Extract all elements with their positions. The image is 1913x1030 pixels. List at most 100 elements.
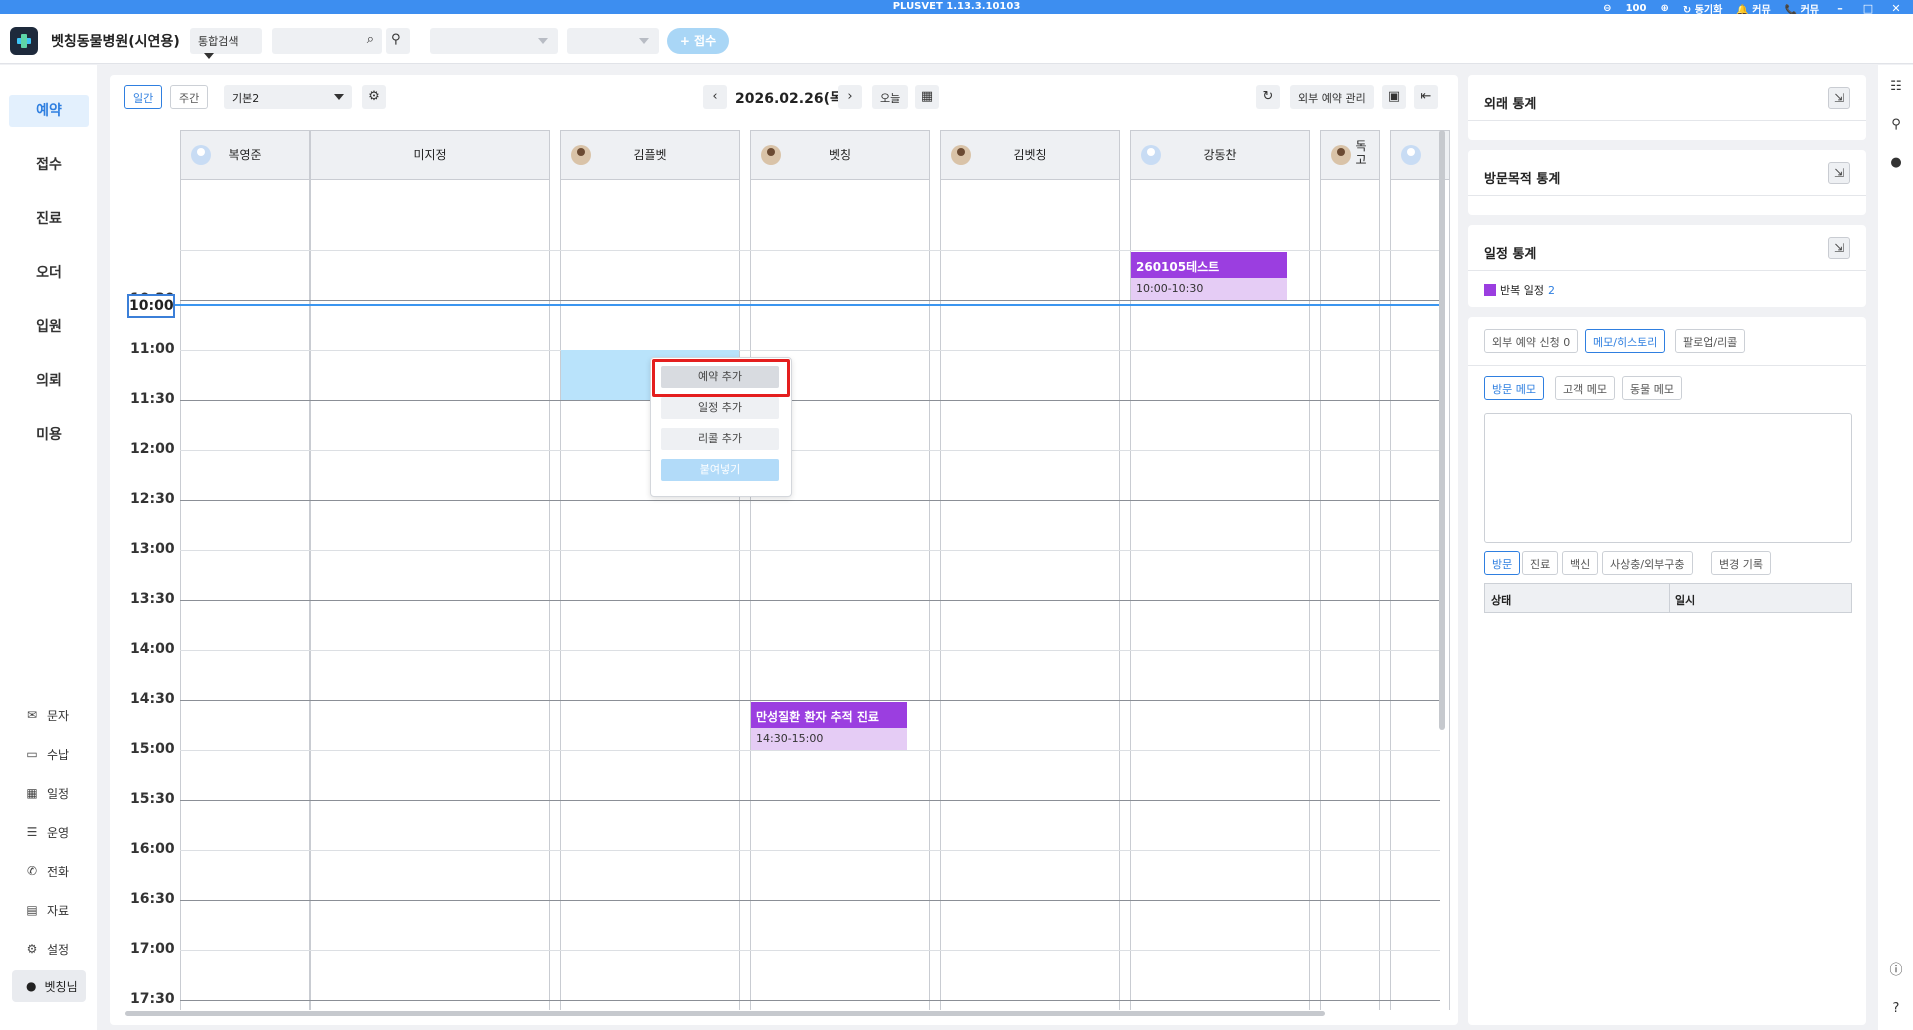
tab-visit[interactable]: 방문: [1484, 551, 1521, 575]
nav-phone[interactable]: ✆ 전화: [25, 861, 69, 881]
search-scope-select[interactable]: 통합검색: [190, 28, 262, 59]
column-header[interactable]: 복영준: [180, 130, 310, 180]
grid-line: [180, 550, 1440, 551]
zoom-out-icon[interactable]: ⊖: [1603, 3, 1611, 14]
expand-icon[interactable]: ⇲: [1828, 162, 1850, 184]
nav-message[interactable]: ✉ 문자: [25, 705, 69, 725]
horizontal-scrollbar[interactable]: [125, 1011, 1325, 1016]
nav-treatment[interactable]: 진료: [9, 203, 89, 235]
calendar-column[interactable]: [1320, 130, 1380, 1010]
event-title[interactable]: 만성질환 환자 추적 진료: [751, 702, 907, 728]
nav-reception[interactable]: 접수: [9, 149, 89, 181]
nav-hospitalization[interactable]: 입원: [9, 311, 89, 343]
tab-change-log[interactable]: 변경 기록: [1711, 551, 1771, 575]
column-header[interactable]: 김플벳: [560, 130, 740, 180]
vertical-scrollbar[interactable]: [1439, 130, 1445, 730]
nav-payment[interactable]: ▭ 수납: [25, 744, 69, 764]
memo-textarea[interactable]: [1484, 413, 1852, 543]
tab-animal-memo[interactable]: 동물 메모: [1622, 376, 1682, 400]
column-header[interactable]: 강동찬: [1130, 130, 1310, 180]
highlight-box: [652, 359, 790, 397]
column-header[interactable]: 미지정: [310, 130, 550, 180]
prev-day-button[interactable]: ‹: [703, 85, 727, 109]
calendar-picker-icon[interactable]: ▦: [915, 85, 939, 109]
add-reception-button[interactable]: + 접수: [667, 28, 729, 54]
grid-line: [180, 250, 1440, 251]
event-time[interactable]: 14:30-15:00: [751, 728, 907, 750]
filter-settings-icon[interactable]: ⚙: [362, 85, 386, 109]
hospital-name: 벳칭동물병원(시연용): [51, 34, 180, 50]
phone-icon: ✆: [26, 864, 38, 878]
grid-line: [180, 800, 1440, 801]
current-date: 2026.02.26(목): [735, 91, 850, 107]
tab-treatment[interactable]: 진료: [1522, 551, 1559, 575]
zoom-in-icon[interactable]: ⊕: [1660, 3, 1668, 14]
avatar-icon: [1401, 145, 1421, 165]
tab-visit-memo[interactable]: 방문 메모: [1484, 376, 1544, 400]
tab-day[interactable]: 일간: [124, 85, 163, 109]
nav-settings-label: 설정: [47, 942, 70, 957]
expand-icon[interactable]: ⇲: [1828, 87, 1850, 109]
help-icon[interactable]: ?: [1886, 999, 1906, 1019]
today-button[interactable]: 오늘: [872, 85, 909, 109]
grid-line: [180, 850, 1440, 851]
calendar-column[interactable]: [310, 130, 550, 1010]
search-input[interactable]: ⌕: [272, 28, 382, 54]
tab-vaccine[interactable]: 백신: [1562, 551, 1599, 575]
filter-select-1[interactable]: [430, 28, 558, 54]
info-icon[interactable]: ⓘ: [1886, 961, 1906, 981]
nav-grooming[interactable]: 미용: [9, 419, 89, 451]
calendar-column[interactable]: [560, 130, 740, 1010]
nav-referral[interactable]: 의뢰: [9, 365, 89, 397]
external-reservation-manage-button[interactable]: 외부 예약 관리: [1290, 85, 1374, 109]
patient-search-icon[interactable]: ⚲: [386, 28, 410, 54]
calendar-column[interactable]: [940, 130, 1120, 1010]
nav-reservation[interactable]: 예약: [9, 95, 89, 127]
event-title[interactable]: 260105테스트: [1131, 252, 1287, 278]
calendar-edit-icon[interactable]: ▣: [1382, 85, 1406, 109]
paste-menu-item[interactable]: 붙여넣기: [661, 459, 779, 481]
add-recall-menu-item[interactable]: 리콜 추가: [661, 428, 779, 450]
tab-followup-recall[interactable]: 팔로업/리콜: [1675, 329, 1746, 353]
tab-memo-history[interactable]: 메모/히스토리: [1585, 329, 1666, 353]
calendar-column[interactable]: [750, 130, 930, 1010]
nav-payment-label: 수납: [47, 747, 70, 762]
add-schedule-menu-item[interactable]: 일정 추가: [661, 397, 779, 419]
nav-settings[interactable]: ⚙ 설정: [25, 939, 69, 959]
time-label: 12:30: [130, 491, 175, 507]
refresh-icon[interactable]: ↻: [1256, 85, 1280, 109]
column-name: 미지정: [413, 148, 447, 162]
avatar-icon: [571, 145, 591, 165]
app-logo-icon: [10, 27, 38, 55]
tab-external-reservation-request[interactable]: 외부 예약 신청 0: [1484, 329, 1579, 353]
schedule-stats-card: 일정 통계 ⇲ 반복 일정 2: [1468, 225, 1866, 307]
column-header[interactable]: 벳칭: [750, 130, 930, 180]
outpatient-stats-card: 외래 통계 ⇲: [1468, 75, 1866, 140]
user-profile[interactable]: ● 벳칭님: [12, 970, 86, 1002]
view-select[interactable]: 기본2: [224, 85, 352, 109]
time-label: 11:00: [130, 341, 175, 357]
column-header[interactable]: 김벳칭: [940, 130, 1120, 180]
contact-icon[interactable]: ☷: [1886, 77, 1906, 97]
nav-order[interactable]: 오더: [9, 257, 89, 289]
collapse-panel-icon[interactable]: ⇤: [1414, 85, 1438, 109]
calendar-column[interactable]: [180, 130, 310, 1010]
tab-customer-memo[interactable]: 고객 메모: [1555, 376, 1615, 400]
nav-schedule[interactable]: ▦ 일정: [25, 783, 69, 803]
time-label: 16:00: [130, 841, 175, 857]
nav-documents[interactable]: ▤ 자료: [25, 900, 69, 920]
nav-operation[interactable]: ☰ 운영: [25, 822, 69, 842]
next-day-button[interactable]: ›: [838, 85, 862, 109]
tab-week[interactable]: 주간: [170, 85, 209, 109]
search-icon[interactable]: ⌕: [367, 32, 374, 47]
column-header[interactable]: 독고: [1320, 130, 1380, 180]
event-time[interactable]: 10:00-10:30: [1131, 278, 1287, 300]
nav-phone-label: 전화: [47, 864, 70, 879]
search-person-icon[interactable]: ⚲: [1886, 115, 1906, 135]
expand-icon[interactable]: ⇲: [1828, 237, 1850, 259]
chat-icon[interactable]: ●: [1886, 153, 1906, 173]
tab-heartworm[interactable]: 사상충/외부구충: [1602, 551, 1693, 575]
filter-select-2[interactable]: [567, 28, 659, 54]
nav-message-label: 문자: [47, 708, 70, 723]
memo-history-card: 외부 예약 신청 0 메모/히스토리 팔로업/리콜 방문 메모 고객 메모 동물…: [1468, 317, 1866, 1025]
